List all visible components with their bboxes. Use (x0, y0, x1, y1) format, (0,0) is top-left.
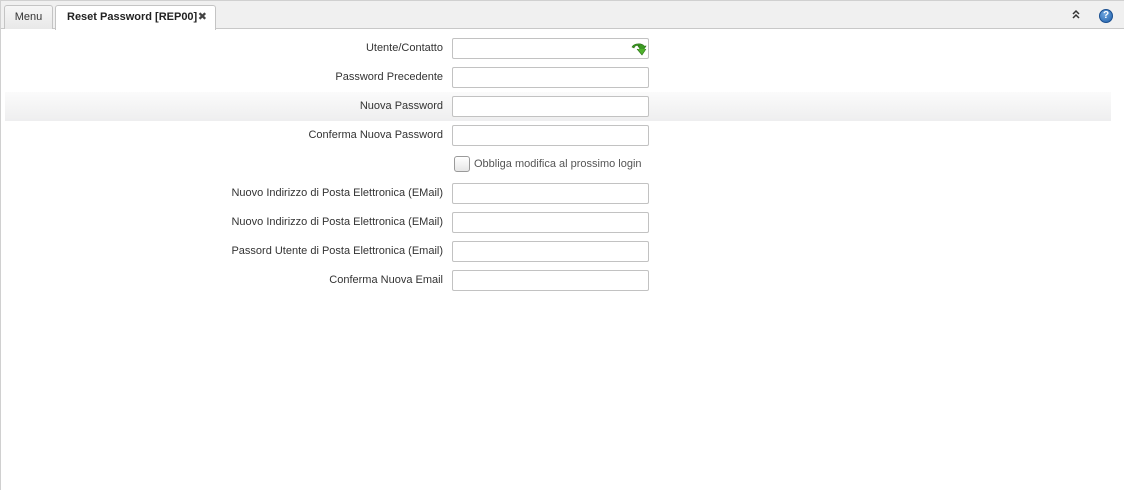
green-arrow-down-icon[interactable] (631, 42, 647, 56)
new-email-1-label: Nuovo Indirizzo di Posta Elettronica (EM… (231, 187, 443, 199)
row-new-password: Nuova Password (5, 92, 1111, 121)
new-email-2-label: Nuovo Indirizzo di Posta Elettronica (EM… (231, 216, 443, 228)
new-password-label: Nuova Password (359, 100, 443, 112)
tab-reset-password-label: Reset Password [REP00] (67, 11, 198, 23)
confirm-new-password-label: Conferma Nuova Password (308, 129, 443, 141)
tab-menu[interactable]: Menu (4, 5, 53, 29)
confirm-new-email-label: Conferma Nuova Email (329, 274, 443, 286)
force-change-checkbox[interactable] (454, 156, 470, 172)
confirm-new-email-input[interactable] (452, 270, 649, 291)
force-change-label[interactable]: Obbliga modifica al prossimo login (474, 158, 642, 170)
close-icon[interactable]: ✖ (198, 6, 207, 28)
row-email-user-password: Passord Utente di Posta Elettronica (Ema… (5, 237, 1111, 266)
row-force-change: Obbliga modifica al prossimo login (5, 151, 1111, 180)
old-password-input[interactable] (452, 67, 649, 88)
user-contact-input[interactable] (452, 38, 649, 59)
tab-bar: Menu Reset Password [REP00] ✖ ? (1, 1, 1124, 30)
user-contact-label: Utente/Contatto (365, 42, 443, 54)
tab-menu-label: Menu (14, 11, 43, 23)
row-new-email-2: Nuovo Indirizzo di Posta Elettronica (EM… (5, 208, 1111, 237)
row-user-contact: Utente/Contatto (5, 34, 1111, 63)
new-email-2-input[interactable] (452, 212, 649, 233)
new-password-input[interactable] (452, 96, 649, 117)
row-new-email-1: Nuovo Indirizzo di Posta Elettronica (EM… (5, 179, 1111, 208)
window-frame: Menu Reset Password [REP00] ✖ ? Utente/C… (0, 0, 1124, 490)
old-password-label: Password Precedente (335, 71, 443, 83)
row-confirm-new-email: Conferma Nuova Email (5, 266, 1111, 295)
row-old-password: Password Precedente (5, 63, 1111, 92)
confirm-new-password-input[interactable] (452, 125, 649, 146)
chevron-up-double-icon[interactable] (1069, 9, 1083, 23)
new-email-1-input[interactable] (452, 183, 649, 204)
email-user-password-input[interactable] (452, 241, 649, 262)
email-user-password-label: Passord Utente di Posta Elettronica (Ema… (231, 245, 443, 257)
help-icon[interactable]: ? (1099, 9, 1113, 23)
row-confirm-new-password: Conferma Nuova Password (5, 121, 1111, 150)
tab-reset-password[interactable]: Reset Password [REP00] ✖ (55, 5, 216, 30)
